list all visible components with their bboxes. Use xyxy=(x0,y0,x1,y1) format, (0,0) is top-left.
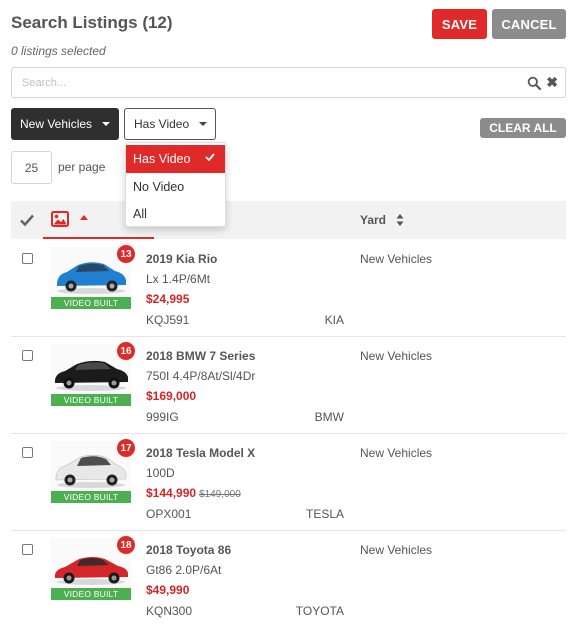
price-value: $49,990 xyxy=(146,583,190,597)
video-built-badge: VIDEO BUILT xyxy=(51,394,131,406)
video-built-badge: VIDEO BUILT xyxy=(51,491,131,503)
vehicle-price: $49,990 xyxy=(146,583,189,597)
per-page-input[interactable]: 25 xyxy=(11,151,52,184)
video-filter-menu: Has Video No Video All xyxy=(125,142,226,227)
row-checkbox[interactable] xyxy=(22,350,33,361)
search-icon[interactable] xyxy=(527,76,541,90)
stock-number: KQJ591 xyxy=(146,313,190,327)
stock-number: 999IG xyxy=(146,410,179,424)
clear-search-icon[interactable]: ✖ xyxy=(546,75,558,89)
clear-all-button[interactable]: CLEAR ALL xyxy=(480,118,566,138)
vehicle-yard: New Vehicles xyxy=(360,349,433,363)
video-built-badge: VIDEO BUILT xyxy=(51,297,131,309)
row-checkbox[interactable] xyxy=(22,253,33,264)
vehicle-make: TESLA xyxy=(305,507,344,521)
menu-option-all[interactable]: All xyxy=(126,200,225,228)
vehicle-trim: 100D xyxy=(146,466,175,480)
vehicle-name: 2018 Toyota 86 xyxy=(146,543,232,557)
menu-option-label: No Video xyxy=(133,180,185,194)
price-value: $169,000 xyxy=(146,389,197,403)
row-checkbox[interactable] xyxy=(22,447,33,458)
vehicle-trim: 750I 4.4P/8At/Sl/4Dr xyxy=(146,369,256,383)
vehicle-make: TOYOTA xyxy=(295,604,344,618)
original-price: $149,000 xyxy=(199,489,241,500)
photo-count-badge: 16 xyxy=(117,342,135,360)
selection-count: 0 listings selected xyxy=(11,44,106,58)
vehicle-trim: Gt86 2.0P/6At xyxy=(146,563,222,577)
yard-filter-label: New Vehicles xyxy=(20,117,93,131)
price-value: $24,995 xyxy=(146,292,190,306)
photo-count-badge: 13 xyxy=(117,245,135,263)
menu-option-label: All xyxy=(133,207,147,221)
table-row[interactable]: 18 VIDEO BUILT 2018 Toyota 86 Gt86 2.0P/… xyxy=(11,531,566,626)
vehicle-price: $169,000 xyxy=(146,389,196,403)
photo-count-badge: 17 xyxy=(117,439,135,457)
vehicle-price: $24,995 xyxy=(146,292,189,306)
vehicle-name: 2019 Kia Rio xyxy=(146,252,218,266)
sort-asc-icon xyxy=(80,215,88,220)
vehicle-make: BMW xyxy=(314,410,344,424)
table-header: Yard xyxy=(11,201,566,239)
video-filter-dropdown[interactable]: Has Video xyxy=(124,108,216,140)
save-button[interactable]: SAVE xyxy=(432,9,487,39)
cancel-button[interactable]: CANCEL xyxy=(492,9,566,39)
image-icon xyxy=(51,211,69,227)
search-bar: ✖ xyxy=(11,67,566,98)
vehicle-name: 2018 BMW 7 Series xyxy=(146,349,256,363)
vehicle-name: 2018 Tesla Model X xyxy=(146,446,256,460)
table-row[interactable]: 17 VIDEO BUILT 2018 Tesla Model X 100D $… xyxy=(11,434,566,531)
vehicle-make: KIA xyxy=(324,313,344,327)
table-row[interactable]: 16 VIDEO BUILT 2018 BMW 7 Series 750I 4.… xyxy=(11,337,566,434)
photo-count-badge: 18 xyxy=(117,536,135,554)
menu-option-label: Has Video xyxy=(133,152,191,166)
row-checkbox[interactable] xyxy=(22,544,33,555)
vehicle-trim: Lx 1.4P/6Mt xyxy=(146,272,211,286)
caret-down-icon xyxy=(102,122,110,126)
checkmark-icon xyxy=(205,153,215,162)
check-all-icon[interactable] xyxy=(19,212,35,228)
yard-filter-dropdown[interactable]: New Vehicles xyxy=(11,108,119,140)
stock-number: OPX001 xyxy=(146,507,192,521)
menu-option-no-video[interactable]: No Video xyxy=(126,173,225,201)
menu-option-has-video[interactable]: Has Video xyxy=(126,145,225,173)
vehicle-price: $144,990 $149,000 xyxy=(146,486,241,500)
search-input[interactable] xyxy=(12,68,512,97)
video-filter-label: Has Video xyxy=(134,117,190,131)
stock-number: KQN300 xyxy=(146,604,193,618)
video-built-badge: VIDEO BUILT xyxy=(51,588,131,600)
page-title: Search Listings (12) xyxy=(11,13,173,32)
table-row[interactable]: 13 VIDEO BUILT 2019 Kia Rio Lx 1.4P/6Mt … xyxy=(11,240,566,337)
yard-column-header[interactable]: Yard xyxy=(360,213,386,227)
price-value: $144,990 xyxy=(146,486,197,500)
vehicle-yard: New Vehicles xyxy=(360,543,433,557)
caret-down-icon xyxy=(199,122,207,126)
sort-icon[interactable] xyxy=(396,213,404,227)
per-page-label: per page xyxy=(58,160,106,174)
vehicle-yard: New Vehicles xyxy=(360,252,433,266)
vehicle-yard: New Vehicles xyxy=(360,446,433,460)
